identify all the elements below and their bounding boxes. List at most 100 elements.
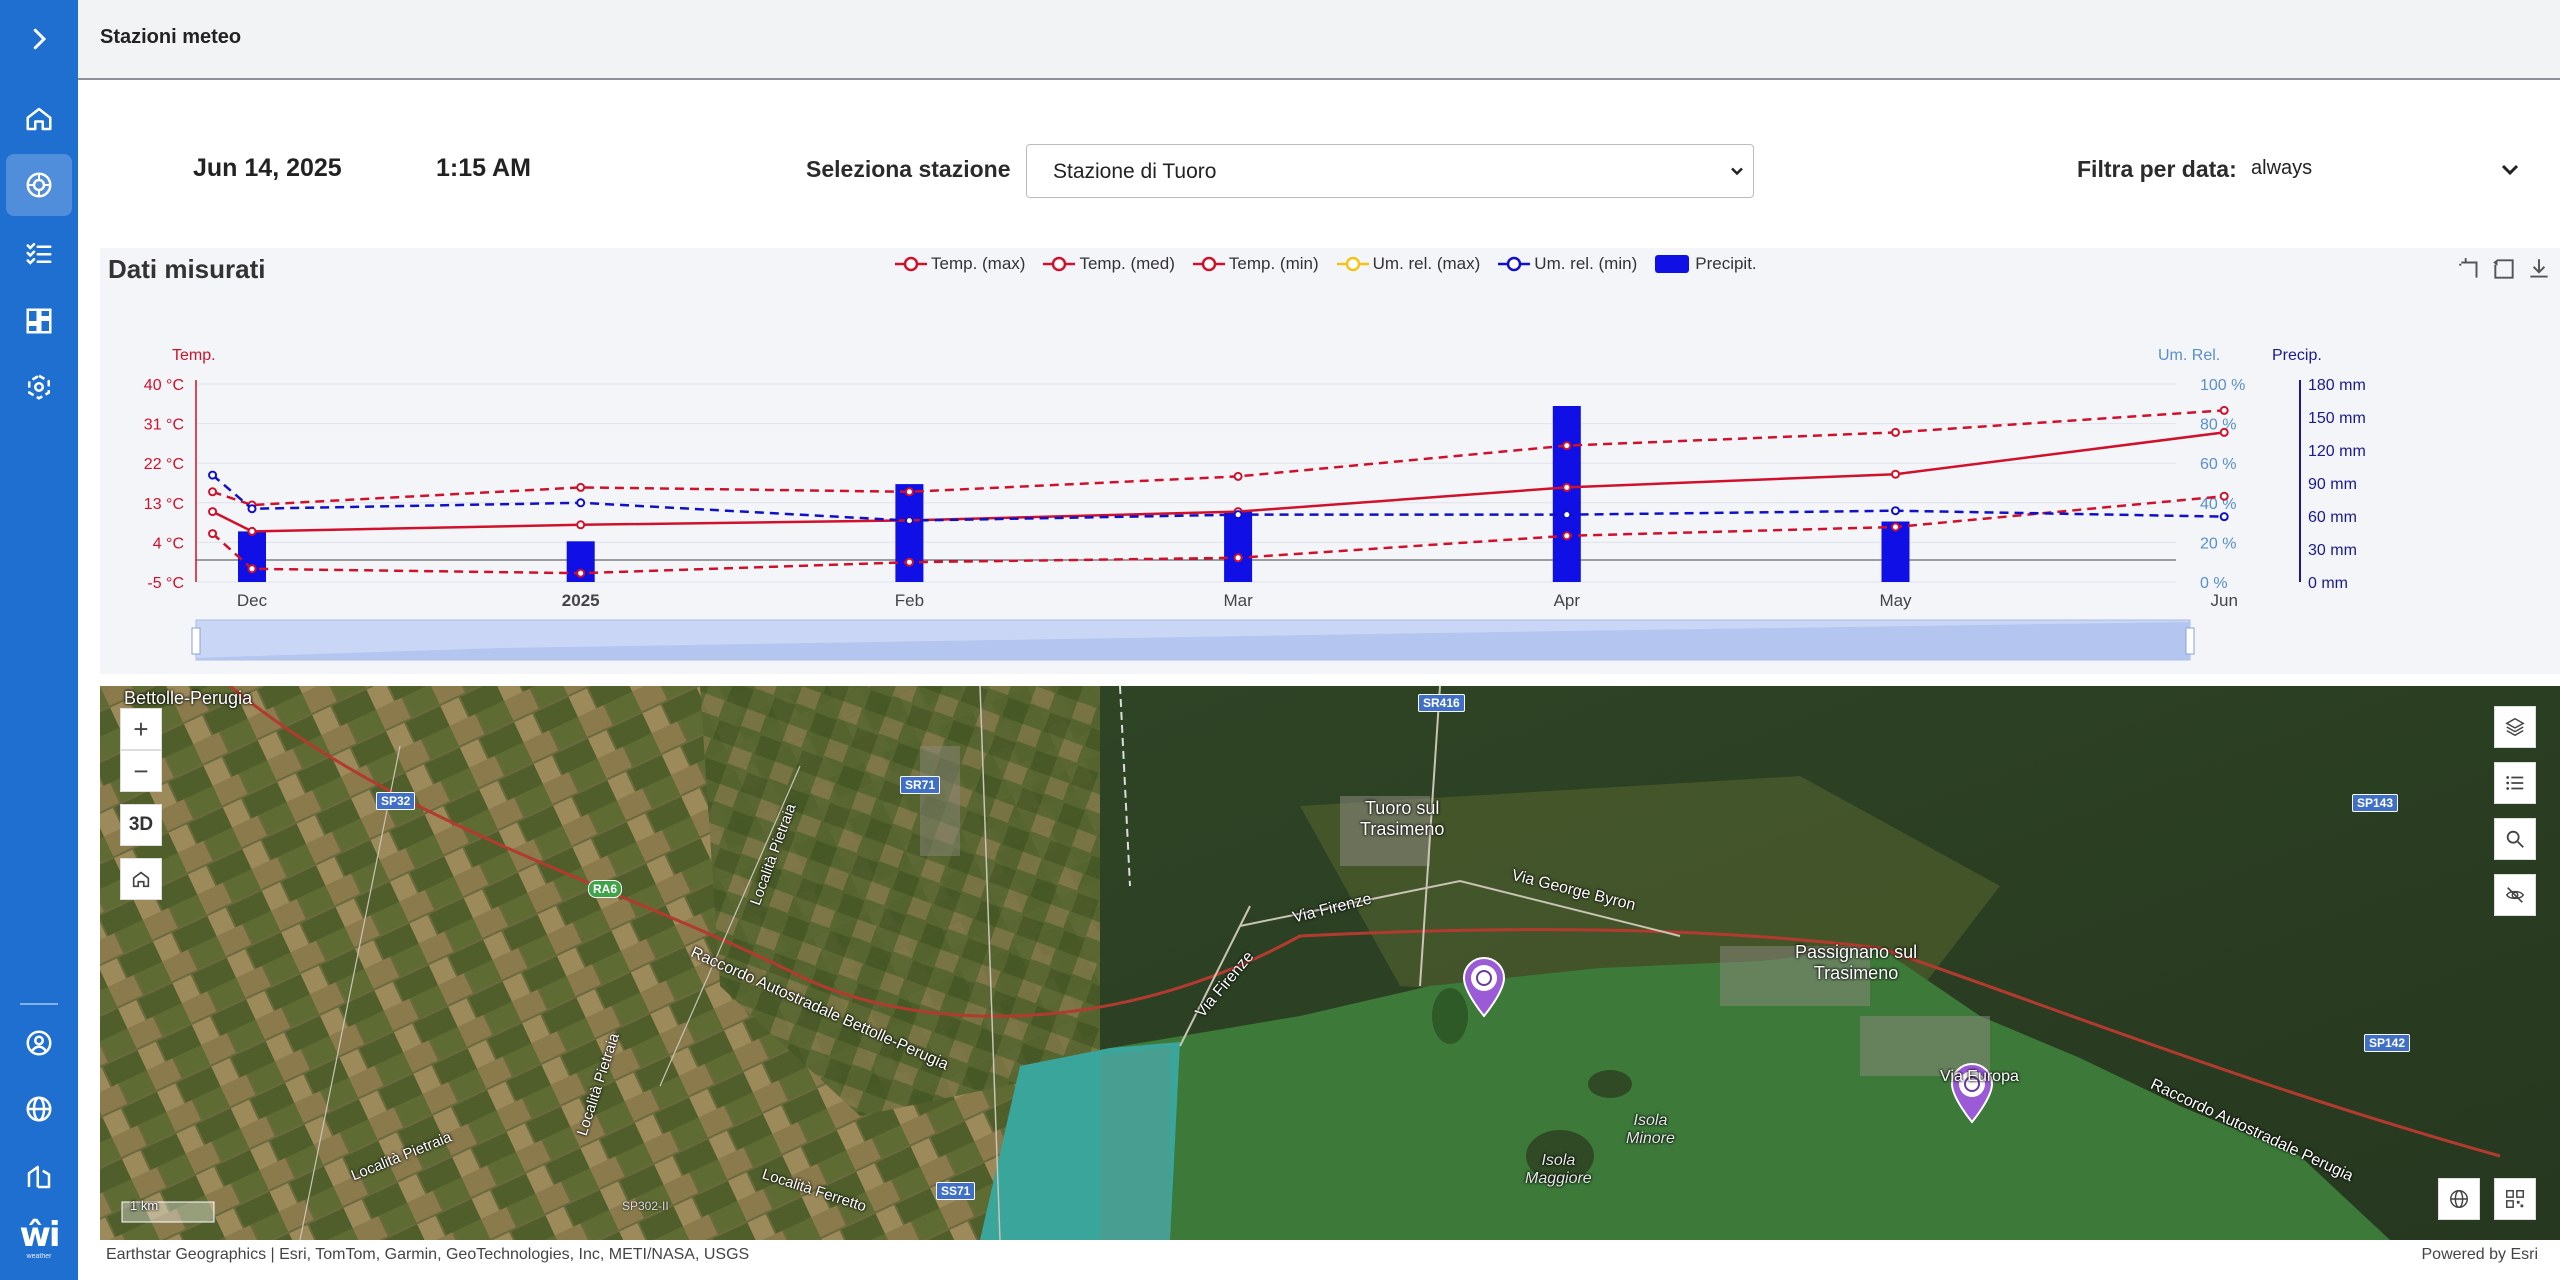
chevron-right-icon	[33, 28, 47, 50]
series-point	[576, 568, 586, 578]
road-label: Bettolle-Perugia	[124, 688, 253, 708]
x-tick-label: Mar	[1223, 591, 1253, 610]
date-filter-dropdown-icon[interactable]	[2498, 158, 2522, 182]
x-tick-label: Dec	[237, 591, 268, 610]
legend-label: Um. rel. (min)	[1534, 254, 1638, 273]
range-slider-handle-left	[191, 627, 201, 655]
x-tick-label: 2025	[562, 591, 600, 610]
precip-tick-label: 30 mm	[2308, 542, 2357, 559]
map-view[interactable]: Bettolle-Perugia Tuoro sul Trasimeno Pas…	[100, 686, 2560, 1240]
series-point	[1233, 510, 1243, 520]
sidebar-divider	[20, 1003, 58, 1005]
powered-by-esri[interactable]: Powered by Esri	[2422, 1246, 2539, 1264]
humidity-tick-label: 100 %	[2200, 377, 2245, 394]
qr-code-button[interactable]	[2494, 1178, 2536, 1220]
zoom-out-button[interactable]: −	[120, 750, 162, 792]
toggle-3d-button[interactable]: 3D	[120, 804, 162, 846]
legend-temp-min[interactable]: Temp. (min)	[1192, 254, 1319, 274]
station-icon	[26, 172, 52, 198]
basemap-button[interactable]	[2438, 1178, 2480, 1220]
series-point	[208, 470, 218, 480]
precip-tick-label: 150 mm	[2308, 410, 2366, 427]
legend-line-marker-icon	[1043, 256, 1076, 272]
series-point	[1562, 531, 1572, 541]
network-button[interactable]	[6, 356, 72, 418]
series-point	[1562, 482, 1572, 492]
expand-sidebar-button[interactable]	[6, 8, 72, 70]
series-point	[576, 498, 586, 508]
account-button[interactable]	[6, 1012, 72, 1074]
satellite-basemap	[100, 686, 2560, 1240]
precip-tick-label: 90 mm	[2308, 476, 2357, 493]
series-line	[212, 409, 2225, 507]
precip-bar	[238, 531, 266, 582]
brand-logo: ŵi weather	[19, 1215, 60, 1260]
x-tick-label: Jun	[2210, 591, 2237, 610]
legend-precip[interactable]: Precipit.	[1655, 254, 1757, 274]
zoom-in-button[interactable]: +	[120, 708, 162, 750]
series-point	[1891, 427, 1900, 437]
humidity-tick-label: 40 %	[2200, 496, 2236, 513]
legend-hum-max[interactable]: Um. rel. (max)	[1336, 254, 1480, 274]
zoom-select-icon[interactable]	[2457, 256, 2483, 282]
eye-off-icon	[2505, 887, 2525, 903]
precip-tick-label: 120 mm	[2308, 443, 2366, 460]
current-time: 1:15 AM	[436, 154, 531, 182]
language-button[interactable]	[6, 1078, 72, 1140]
dashboard-button[interactable]	[6, 290, 72, 352]
series-point	[208, 507, 218, 517]
precip-axis-title: Precip.	[2272, 347, 2322, 364]
checklist-icon	[26, 243, 52, 265]
dashboard-icon	[26, 308, 52, 334]
info-button[interactable]	[6, 1146, 72, 1208]
series-point	[247, 504, 257, 514]
legend-line-marker-icon	[895, 256, 927, 272]
sidebar: ŵi weather	[0, 0, 78, 1280]
legend-hum-min[interactable]: Um. rel. (min)	[1498, 254, 1637, 274]
station-select[interactable]: Stazione di Tuoro	[1026, 144, 1754, 198]
page-title: Stazioni meteo	[100, 26, 242, 48]
zoom-reset-icon[interactable]	[2491, 256, 2517, 282]
temp-tick-label: 4 °C	[153, 535, 184, 552]
humidity-tick-label: 20 %	[2200, 535, 2236, 552]
legend-temp-max[interactable]: Temp. (max)	[895, 254, 1025, 274]
place-label-passignano: Passignano sul Trasimeno	[1795, 942, 1918, 983]
download-icon[interactable]	[2526, 256, 2552, 282]
map-scale: 1 km	[130, 1198, 159, 1213]
layers-button[interactable]	[2494, 706, 2536, 748]
chart-panel: Temp. Um. Rel. Precip. 40 °C 31 °C 22 °C 13 °C…	[100, 248, 2560, 674]
series-point	[2219, 405, 2229, 415]
series-point	[208, 529, 218, 539]
home-button[interactable]	[6, 88, 72, 150]
weather-stations-button[interactable]	[6, 154, 72, 216]
island-label-maggiore: Isola Maggiore	[1525, 1152, 1592, 1187]
chart-panel-title: Dati misurati	[108, 254, 266, 284]
place-label-tuoro: Tuoro sul Trasimeno	[1360, 798, 1445, 839]
legend-list-button[interactable]	[2494, 762, 2536, 804]
road-shield: SS71	[936, 1182, 976, 1200]
temp-tick-label: -5 °C	[147, 575, 184, 592]
road-shield: SP143	[2352, 794, 2399, 812]
series-point	[2219, 491, 2229, 501]
hide-features-button[interactable]	[2494, 874, 2536, 916]
filter-toolbar: Jun 14, 2025 1:15 AM Seleziona stazione …	[78, 80, 2560, 248]
tasks-button[interactable]	[6, 222, 72, 284]
series-point	[904, 557, 914, 567]
temp-tick-label: 31 °C	[144, 417, 184, 434]
page-header: Stazioni meteo	[78, 0, 2560, 80]
building-icon	[27, 1165, 51, 1189]
humidity-tick-label: 60 %	[2200, 456, 2236, 473]
map-home-button[interactable]	[120, 858, 162, 900]
legend-label: Precipit.	[1695, 254, 1757, 273]
precip-bar	[1224, 511, 1253, 582]
series-point	[576, 482, 586, 492]
road-shield: SR71	[900, 776, 941, 794]
layers-icon	[2505, 717, 2525, 737]
legend-temp-med[interactable]: Temp. (med)	[1043, 254, 1175, 274]
date-filter-input[interactable]: always	[2251, 157, 2312, 180]
search-icon	[2506, 830, 2524, 848]
search-button[interactable]	[2494, 818, 2536, 860]
series-line	[211, 431, 2225, 533]
legend-label: Temp. (max)	[931, 254, 1026, 273]
series-point	[2219, 512, 2229, 522]
